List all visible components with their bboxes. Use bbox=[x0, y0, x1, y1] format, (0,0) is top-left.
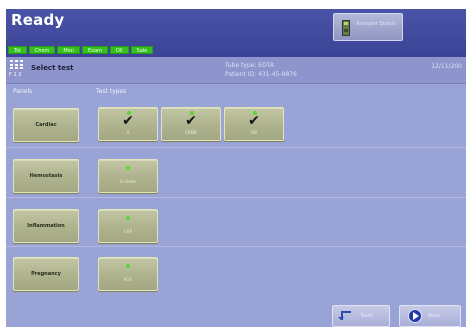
test-label: CKMB bbox=[185, 130, 197, 135]
status-chip[interactable]: Chem bbox=[28, 46, 56, 54]
page-title: Ready bbox=[11, 11, 65, 29]
panel-button-cardiac[interactable]: Cardiac bbox=[13, 108, 79, 142]
checkmark-icon: ✔ bbox=[122, 113, 134, 129]
analyzer-status-button[interactable]: Analyzer Status bbox=[333, 13, 403, 41]
checkmark-icon: ✔ bbox=[248, 113, 260, 129]
row-divider bbox=[6, 246, 466, 247]
row-divider bbox=[6, 197, 466, 198]
select-test-bar: F 1 2 Select test Tube type: EDTA Patien… bbox=[6, 57, 466, 84]
tube-type: Tube type: EDTA bbox=[225, 62, 275, 69]
test-button-hcg[interactable]: hCG bbox=[98, 257, 158, 291]
row-divider bbox=[6, 147, 466, 148]
status-chip[interactable]: Tst bbox=[8, 46, 27, 54]
panel-button-inflammation[interactable]: Inflammation bbox=[13, 209, 79, 243]
test-label: D-dimer bbox=[119, 179, 137, 184]
status-chips: Tst Chem Mon Exam Dll Sale bbox=[8, 46, 154, 54]
traffic-light-icon bbox=[342, 20, 350, 36]
play-icon bbox=[408, 309, 422, 323]
panel-label: Cardiac bbox=[35, 122, 57, 128]
panel-button-hemostasis[interactable]: Hemostasis bbox=[13, 159, 79, 193]
status-chip[interactable]: Dll bbox=[110, 46, 129, 54]
panel-label: Inflammation bbox=[27, 223, 65, 229]
status-dot-icon bbox=[126, 216, 130, 220]
test-button-a[interactable]: ✔ A bbox=[98, 107, 158, 141]
checkmark-icon: ✔ bbox=[185, 113, 197, 129]
status-dot-icon bbox=[126, 166, 130, 170]
panels-header: Panels bbox=[13, 88, 33, 95]
panel-label: Hemostasis bbox=[29, 173, 63, 179]
patient-info: Tube type: EDTA Patient ID: 431-45-9876 bbox=[225, 61, 297, 79]
grid-icon-sublabel: F 1 2 bbox=[9, 72, 22, 78]
test-label: hCG bbox=[123, 277, 133, 282]
app-screen: Ready Analyzer Status Tst Chem Mon Exam … bbox=[6, 9, 466, 327]
test-label: CRP bbox=[124, 229, 132, 234]
section-title: Select test bbox=[31, 64, 74, 72]
back-button-label: Back bbox=[361, 313, 374, 319]
patient-id: Patient ID: 431-45-9876 bbox=[225, 71, 297, 78]
start-button[interactable]: Start bbox=[399, 305, 461, 327]
title-bar: Ready Analyzer Status Tst Chem Mon Exam … bbox=[6, 9, 466, 57]
status-button-label: Analyzer Status bbox=[356, 21, 396, 27]
test-grid-icon bbox=[10, 60, 23, 70]
date-label: 12/11/200 bbox=[431, 63, 462, 70]
test-types-header: Test types bbox=[96, 88, 127, 95]
test-button-d-dimer[interactable]: D-dimer bbox=[98, 159, 158, 193]
panel-button-pregnancy[interactable]: Pregnancy bbox=[13, 257, 79, 291]
test-button-ckmb[interactable]: ✔ CKMB bbox=[161, 107, 221, 141]
test-button-crp[interactable]: CRP bbox=[98, 209, 158, 243]
back-button[interactable]: Back bbox=[332, 305, 390, 327]
start-button-label: Start bbox=[428, 313, 441, 319]
status-chip[interactable]: Mon bbox=[57, 46, 80, 54]
status-chip[interactable]: Sale bbox=[130, 46, 154, 54]
panel-label: Pregnancy bbox=[31, 271, 61, 277]
status-dot-icon bbox=[126, 264, 130, 268]
test-label: BN bbox=[251, 130, 257, 135]
test-label: A bbox=[126, 130, 130, 135]
status-chip[interactable]: Exam bbox=[81, 46, 109, 54]
test-button-bn[interactable]: ✔ BN bbox=[224, 107, 284, 141]
back-arrow-icon bbox=[338, 311, 351, 320]
